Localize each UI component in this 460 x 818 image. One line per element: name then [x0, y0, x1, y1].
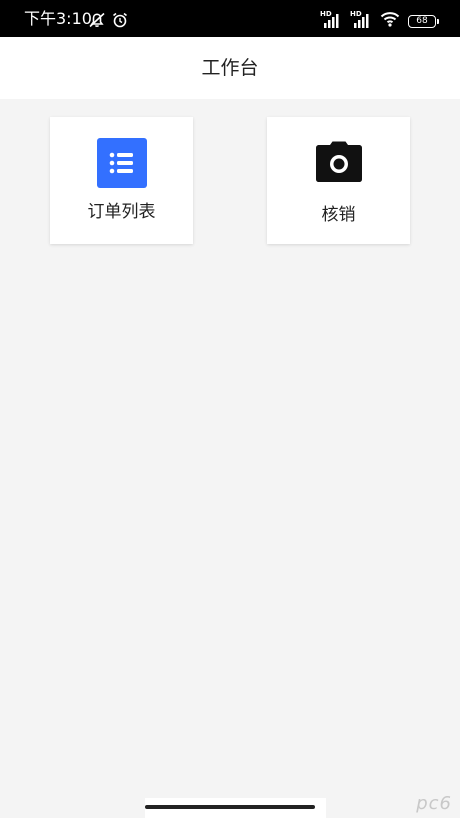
- verify-label: 核销: [321, 205, 356, 225]
- status-right-icons: HD HD 68: [320, 10, 439, 31]
- signal-icon-1: HD: [320, 10, 342, 29]
- status-bar: 下午3:10 HD HD 68: [0, 0, 460, 37]
- battery-tip: [437, 18, 439, 24]
- verify-card[interactable]: 核销: [267, 117, 410, 244]
- status-time: 下午3:10: [24, 9, 92, 28]
- page-title: 工作台: [201, 57, 259, 79]
- wifi-icon: [380, 11, 400, 31]
- battery-level: 68: [416, 15, 428, 26]
- watermark: pc6: [416, 793, 452, 814]
- home-indicator[interactable]: [145, 805, 315, 809]
- muted-bell-icon: [88, 12, 106, 32]
- signal-icon-2: HD: [350, 10, 372, 29]
- alarm-icon: [112, 12, 128, 32]
- header: 工作台: [0, 37, 460, 99]
- status-left-icons: [88, 12, 128, 32]
- camera-icon: [315, 141, 363, 187]
- order-list-label: 订单列表: [87, 202, 156, 222]
- order-list-card[interactable]: 订单列表: [50, 117, 193, 244]
- battery-icon: 68: [408, 14, 439, 28]
- list-icon: [96, 138, 147, 192]
